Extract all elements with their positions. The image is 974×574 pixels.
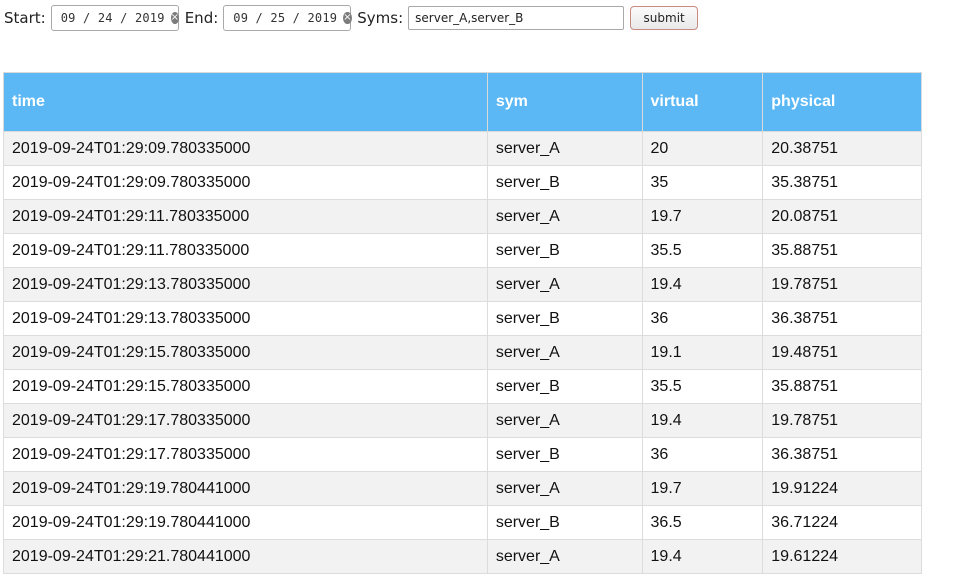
physical-cell: 36.38751 bbox=[762, 301, 922, 336]
table-row[interactable]: 2019-09-24T01:29:15.780335000 server_B 35.… bbox=[3, 369, 922, 404]
time-cell: 2019-09-24T01:29:17.780335000 bbox=[3, 403, 488, 438]
time-cell: 2019-09-24T01:29:17.780335000 bbox=[3, 437, 488, 472]
virtual-cell: 35.5 bbox=[641, 233, 764, 268]
table-row[interactable]: 2019-09-24T01:29:11.780335000 server_A 19.… bbox=[3, 199, 922, 234]
sym-cell: server_B bbox=[486, 369, 643, 404]
physical-cell: 20.08751 bbox=[762, 199, 922, 234]
table-row[interactable]: 2019-09-24T01:29:11.780335000 server_B 35.… bbox=[3, 233, 922, 268]
time-cell: 2019-09-24T01:29:09.780335000 bbox=[3, 165, 488, 200]
sym-cell: server_B bbox=[486, 505, 643, 540]
time-cell: 2019-09-24T01:29:15.780335000 bbox=[3, 335, 488, 370]
virtual-cell: 35 bbox=[641, 165, 764, 200]
physical-cell: 20.38751 bbox=[762, 131, 922, 166]
physical-cell: 36.71224 bbox=[762, 505, 922, 540]
time-cell: 2019-09-24T01:29:21.780441000 bbox=[3, 539, 488, 574]
sym-cell: server_B bbox=[486, 301, 643, 336]
time-cell: 2019-09-24T01:29:19.780441000 bbox=[3, 505, 488, 540]
column-header-time[interactable]: time bbox=[3, 72, 488, 132]
results-table: time sym virtual physical 2019-09-24T01:… bbox=[3, 72, 922, 574]
time-cell: 2019-09-24T01:29:11.780335000 bbox=[3, 233, 488, 268]
time-cell: 2019-09-24T01:29:15.780335000 bbox=[3, 369, 488, 404]
physical-cell: 19.48751 bbox=[762, 335, 922, 370]
physical-cell: 19.78751 bbox=[762, 267, 922, 302]
table-row[interactable]: 2019-09-24T01:29:19.780441000 server_B 36.… bbox=[3, 505, 922, 540]
start-date-input[interactable]: 09 / 24 / 2019 × bbox=[50, 5, 180, 31]
sym-cell: server_B bbox=[486, 437, 643, 472]
sym-cell: server_A bbox=[486, 539, 643, 574]
virtual-cell: 19.1 bbox=[641, 335, 764, 370]
table-row[interactable]: 2019-09-24T01:29:09.780335000 server_A 20 2… bbox=[3, 131, 922, 166]
physical-cell: 35.88751 bbox=[762, 233, 922, 268]
physical-cell: 36.38751 bbox=[762, 437, 922, 472]
time-cell: 2019-09-24T01:29:19.780441000 bbox=[3, 471, 488, 506]
virtual-cell: 36 bbox=[641, 437, 764, 472]
table-row[interactable]: 2019-09-24T01:29:19.780441000 server_A 19.… bbox=[3, 471, 922, 506]
virtual-cell: 36 bbox=[641, 301, 764, 336]
physical-cell: 35.38751 bbox=[762, 165, 922, 200]
sym-cell: server_A bbox=[486, 267, 643, 302]
syms-label: Syms: bbox=[357, 9, 404, 27]
table-header-row: time sym virtual physical bbox=[3, 72, 922, 132]
time-cell: 2019-09-24T01:29:11.780335000 bbox=[3, 199, 488, 234]
column-header-physical[interactable]: physical bbox=[762, 72, 922, 132]
table-row[interactable]: 2019-09-24T01:29:15.780335000 server_A 19.… bbox=[3, 335, 922, 370]
clear-start-date-icon[interactable]: × bbox=[170, 12, 180, 24]
virtual-cell: 36.5 bbox=[641, 505, 764, 540]
virtual-cell: 19.4 bbox=[641, 539, 764, 574]
sym-cell: server_A bbox=[486, 335, 643, 370]
table-row[interactable]: 2019-09-24T01:29:17.780335000 server_B 36 3… bbox=[3, 437, 922, 472]
query-toolbar: Start: 09 / 24 / 2019 × End: 09 / 25 / 2… bbox=[4, 5, 699, 31]
sym-cell: server_B bbox=[486, 165, 643, 200]
submit-button[interactable]: submit bbox=[630, 6, 699, 30]
end-label: End: bbox=[184, 9, 219, 27]
virtual-cell: 19.7 bbox=[641, 199, 764, 234]
time-cell: 2019-09-24T01:29:13.780335000 bbox=[3, 301, 488, 336]
start-label: Start: bbox=[4, 9, 46, 27]
sym-cell: server_A bbox=[486, 131, 643, 166]
sym-cell: server_B bbox=[486, 233, 643, 268]
virtual-cell: 19.4 bbox=[641, 403, 764, 438]
virtual-cell: 35.5 bbox=[641, 369, 764, 404]
end-date-input[interactable]: 09 / 25 / 2019 × bbox=[223, 5, 352, 31]
start-date-value: 09 / 24 / 2019 bbox=[60, 11, 165, 25]
end-date-value: 09 / 25 / 2019 bbox=[233, 11, 338, 25]
virtual-cell: 19.7 bbox=[641, 471, 764, 506]
column-header-sym[interactable]: sym bbox=[486, 72, 643, 132]
table-row[interactable]: 2019-09-24T01:29:21.780441000 server_A 19.… bbox=[3, 539, 922, 574]
virtual-cell: 20 bbox=[641, 131, 764, 166]
clear-end-date-icon[interactable]: × bbox=[343, 12, 352, 24]
column-header-virtual[interactable]: virtual bbox=[641, 72, 764, 132]
sym-cell: server_A bbox=[486, 471, 643, 506]
sym-cell: server_A bbox=[486, 199, 643, 234]
physical-cell: 19.91224 bbox=[762, 471, 922, 506]
physical-cell: 19.61224 bbox=[762, 539, 922, 574]
physical-cell: 19.78751 bbox=[762, 403, 922, 438]
physical-cell: 35.88751 bbox=[762, 369, 922, 404]
table-row[interactable]: 2019-09-24T01:29:09.780335000 server_B 35 3… bbox=[3, 165, 922, 200]
time-cell: 2019-09-24T01:29:09.780335000 bbox=[3, 131, 488, 166]
table-row[interactable]: 2019-09-24T01:29:17.780335000 server_A 19.… bbox=[3, 403, 922, 438]
table-body: 2019-09-24T01:29:09.780335000 server_A 20 2… bbox=[3, 131, 922, 574]
sym-cell: server_A bbox=[486, 403, 643, 438]
virtual-cell: 19.4 bbox=[641, 267, 764, 302]
syms-input[interactable] bbox=[408, 6, 625, 30]
table-row[interactable]: 2019-09-24T01:29:13.780335000 server_B 36 3… bbox=[3, 301, 922, 336]
table-row[interactable]: 2019-09-24T01:29:13.780335000 server_A 19.… bbox=[3, 267, 922, 302]
time-cell: 2019-09-24T01:29:13.780335000 bbox=[3, 267, 488, 302]
